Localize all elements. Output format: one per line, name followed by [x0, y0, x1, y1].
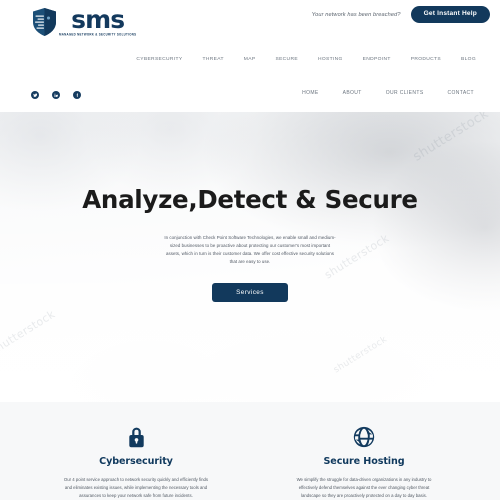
nav-item-map[interactable]: MAP [234, 57, 266, 62]
site-header: sms MANAGED NETWORK & SECURITY SOLUTIONS… [0, 7, 500, 86]
secondary-navigation: HOME ABOUT OUR CLIENTS CONTACT [290, 90, 486, 96]
breach-prompt-text: Your network has been breached? [311, 11, 401, 18]
nav-item-cybersecurity[interactable]: CYBERSECURITY [126, 57, 192, 62]
feature-card-secure-hosting: Secure Hosting We simplify the struggle … [288, 424, 440, 500]
hero-content: Analyze,Detect & Secure In conjunction w… [0, 112, 500, 303]
nav-item-our-clients[interactable]: OUR CLIENTS [374, 90, 436, 96]
hero-title: Analyze,Detect & Secure [82, 185, 418, 214]
facebook-icon[interactable] [73, 91, 81, 99]
nav-item-contact[interactable]: CONTACT [436, 90, 486, 96]
nav-item-threat[interactable]: THREAT [192, 57, 233, 62]
globe-icon [288, 424, 440, 450]
primary-navigation: CYBERSECURITY THREAT MAP SECURE HOSTING … [126, 57, 486, 62]
brand-name: sms [71, 4, 125, 34]
brand-tagline: MANAGED NETWORK & SECURITY SOLUTIONS [59, 31, 137, 37]
features-section: Cybersecurity Our 4 point service approa… [0, 402, 500, 500]
hero-paragraph: In conjunction with Check Point Software… [164, 234, 336, 264]
nav-item-products[interactable]: PRODUCTS [401, 57, 451, 62]
social-links [31, 91, 81, 99]
twitter-icon[interactable] [31, 91, 39, 99]
nav-item-secure[interactable]: SECURE [265, 57, 307, 62]
nav-item-blog[interactable]: BLOG [451, 57, 486, 62]
nav-item-home[interactable]: HOME [290, 90, 331, 96]
feature-card-cybersecurity: Cybersecurity Our 4 point service approa… [60, 424, 212, 500]
feature-card-body: Our 4 point service approach to network … [63, 477, 209, 498]
shield-icon [31, 7, 58, 37]
feature-card-body: We simplify the struggle for data-driven… [296, 477, 432, 498]
hero-section: shutterstock shutterstock shutterstock s… [0, 112, 500, 402]
nav-item-hosting[interactable]: HOSTING [308, 57, 353, 62]
get-instant-help-button[interactable]: Get Instant Help [410, 5, 490, 24]
linkedin-icon[interactable] [52, 91, 60, 99]
services-button[interactable]: Services [212, 283, 288, 303]
nav-item-endpoint[interactable]: ENDPOINT [353, 57, 401, 62]
brand-text: sms MANAGED NETWORK & SECURITY SOLUTIONS [59, 4, 137, 37]
padlock-icon [60, 424, 212, 450]
feature-card-title: Cybersecurity [99, 456, 173, 467]
brand-logo[interactable]: sms MANAGED NETWORK & SECURITY SOLUTIONS [31, 7, 136, 37]
feature-card-title: Secure Hosting [323, 456, 405, 467]
nav-item-about[interactable]: ABOUT [331, 90, 374, 96]
secondary-bar: HOME ABOUT OUR CLIENTS CONTACT [0, 86, 500, 112]
